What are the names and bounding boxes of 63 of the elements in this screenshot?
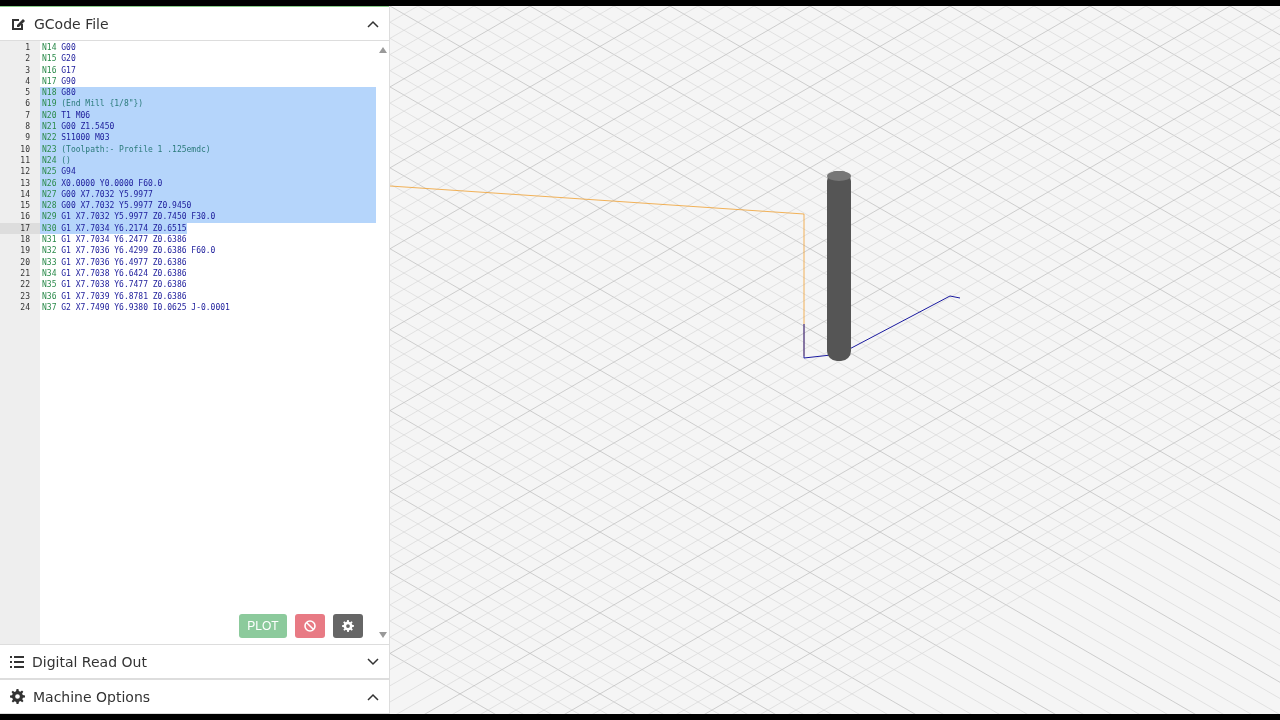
- code-line: N37 G2 X7.7490 Y6.9380 I0.0625 J-0.0001: [41, 301, 230, 314]
- cancel-icon: [304, 620, 316, 632]
- code-line: N25 G94: [41, 166, 76, 178]
- panel-title: Machine Options: [33, 688, 152, 705]
- code-line: N27 G00 X7.7032 Y5.9977: [41, 188, 153, 201]
- caret-icon: [367, 19, 379, 28]
- line-number: 4: [24, 75, 31, 88]
- panel-header[interactable]: GCode File: [0, 6, 389, 41]
- scroll-down-icon[interactable]: [378, 632, 387, 638]
- code-line: N19 (End Mill {1/8"}): [41, 98, 144, 110]
- code-line: N31 G1 X7.7034 Y6.2477 Z0.6386: [41, 234, 187, 246]
- caret-icon: [367, 657, 379, 666]
- code-line: N17 G90: [41, 75, 76, 88]
- code-line: N24 (): [41, 154, 71, 167]
- line-number: 10: [19, 143, 31, 155]
- line-number: 5: [24, 87, 31, 99]
- code-line: N15 G20: [41, 53, 76, 65]
- line-number: 14: [19, 188, 31, 201]
- line-number: 20: [19, 256, 31, 268]
- line-number: 19: [19, 245, 31, 257]
- settings-button[interactable]: [333, 614, 363, 638]
- line-number: 7: [24, 109, 31, 122]
- code-line: N26 X0.0000 Y0.0000 F60.0: [41, 177, 163, 189]
- cancel-button[interactable]: [295, 614, 325, 638]
- line-number: 8: [24, 121, 31, 133]
- panel-title: Digital Read Out: [32, 653, 148, 670]
- code-line: N16 G17: [41, 64, 76, 76]
- panel-header[interactable]: Digital Read Out: [0, 644, 389, 679]
- line-number: 13: [19, 177, 31, 189]
- line-number: 1: [24, 42, 31, 54]
- line-number: 12: [19, 166, 31, 178]
- code-line: N32 G1 X7.7036 Y6.4299 Z0.6386 F60.0: [41, 245, 216, 257]
- code-line: N33 G1 X7.7036 Y6.4977 Z0.6386: [41, 256, 187, 268]
- line-number: 6: [24, 98, 31, 110]
- code-line: N21 G00 Z1.5450: [41, 121, 115, 133]
- code-line: N20 T1 M06: [41, 109, 91, 122]
- line-number: 11: [19, 154, 31, 167]
- list-icon: [10, 655, 24, 668]
- line-number: 16: [19, 211, 31, 223]
- code-line: N34 G1 X7.7038 Y6.6424 Z0.6386: [41, 267, 187, 280]
- code-line: N36 G1 X7.7039 Y6.8781 Z0.6386: [41, 290, 187, 302]
- code-line: N28 G00 X7.7032 Y5.9977 Z0.9450: [41, 200, 192, 212]
- line-number: 21: [19, 267, 31, 280]
- panel-title: GCode File: [34, 15, 110, 32]
- code-line: N35 G1 X7.7038 Y6.7477 Z0.6386: [41, 279, 187, 291]
- code-line: N22 S11000 M03: [41, 132, 110, 144]
- panel-header[interactable]: Machine Options: [0, 679, 389, 714]
- line-number: 23: [19, 290, 31, 302]
- line-number: 24: [19, 301, 31, 314]
- code-line: N18 G80: [41, 87, 76, 99]
- caret-icon: [367, 692, 379, 701]
- code-line: N29 G1 X7.7032 Y5.9977 Z0.7450 F30.0: [41, 211, 216, 223]
- settings-icon: [342, 620, 354, 632]
- code-line: N23 (Toolpath:- Profile 1 .125emdc): [41, 143, 211, 155]
- settings-icon: [10, 689, 25, 704]
- line-number: 9: [24, 132, 31, 144]
- line-number: 15: [19, 200, 31, 212]
- line-number: 3: [24, 64, 31, 76]
- scroll-up-icon[interactable]: [378, 47, 387, 53]
- code-line: N14 G00: [41, 42, 76, 54]
- line-number: 18: [19, 234, 31, 246]
- line-number: 22: [19, 279, 31, 291]
- line-number: 2: [24, 53, 31, 65]
